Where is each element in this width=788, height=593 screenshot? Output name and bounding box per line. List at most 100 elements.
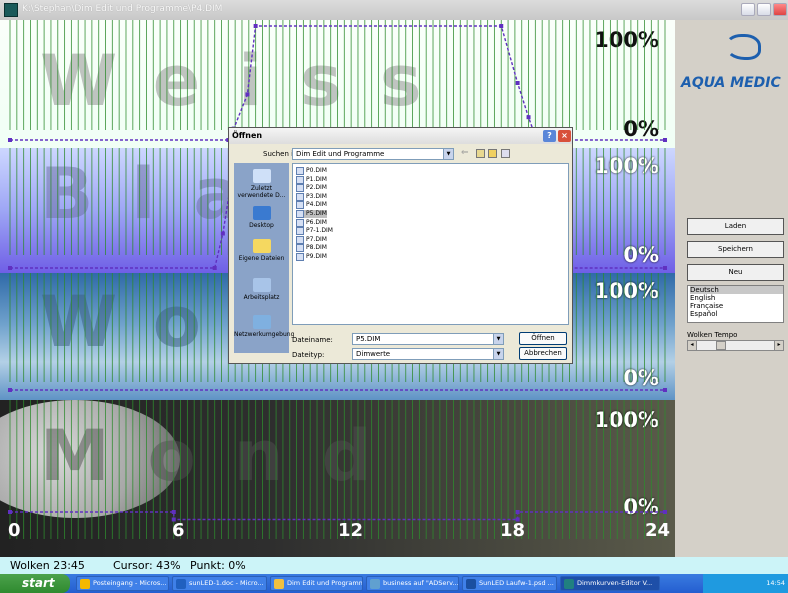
new-button[interactable]: Neu (687, 264, 784, 281)
file-icon (296, 253, 304, 261)
curve-point[interactable] (8, 388, 12, 392)
curve-point[interactable] (8, 266, 12, 270)
language-item[interactable]: Française (690, 302, 783, 310)
curve-point[interactable] (220, 231, 225, 236)
save-button[interactable]: Speichern (687, 241, 784, 258)
view-menu-icon[interactable] (501, 149, 510, 158)
place-desktop[interactable]: Desktop (234, 206, 289, 229)
curve-point[interactable] (663, 138, 667, 142)
x-tick: 18 (500, 520, 526, 541)
file-icon (296, 210, 304, 218)
maximize-button[interactable] (757, 3, 771, 16)
file-item[interactable]: P6.DIM (296, 218, 327, 227)
x-tick: 6 (172, 520, 185, 541)
chevron-down-icon: ▼ (443, 149, 453, 159)
place-documents[interactable]: Eigene Dateien (234, 239, 289, 262)
file-list[interactable]: P0.DIM P1.DIM P2.DIM P3.DIM P4.DIM P5.DIM P6.D… (292, 163, 569, 325)
curve-point[interactable] (663, 266, 667, 270)
file-icon (296, 184, 304, 193)
slider-thumb[interactable] (716, 341, 726, 350)
up-folder-icon[interactable] (476, 149, 485, 158)
fish-logo-icon (725, 34, 761, 60)
file-item[interactable]: P3.DIM (296, 192, 327, 201)
file-item[interactable]: P7-1.DIM (296, 227, 333, 236)
places-bar: Zuletzt verwendete D... Desktop Eigene D… (234, 163, 294, 353)
place-computer[interactable]: Arbeitsplatz (234, 278, 289, 301)
curve-point[interactable] (515, 81, 520, 85)
desktop-icon (252, 206, 271, 220)
dialog-close-button[interactable]: × (558, 130, 571, 142)
task-button[interactable]: Posteingang - Micros... (76, 576, 169, 591)
minimize-button[interactable] (741, 3, 755, 16)
file-item[interactable]: P1.DIM (296, 175, 327, 184)
close-button[interactable] (773, 3, 787, 16)
curve-point[interactable] (8, 510, 12, 514)
curve-point[interactable] (663, 388, 667, 392)
computer-icon (252, 278, 271, 292)
file-item[interactable]: P8.DIM (296, 244, 327, 253)
curve-point[interactable] (212, 266, 217, 270)
file-item[interactable]: P4.DIM (296, 201, 327, 210)
tray-clock: 14:54 (766, 579, 785, 587)
filetype-label: Dateityp: (292, 351, 325, 359)
file-icon (296, 192, 304, 201)
language-item[interactable]: English (690, 294, 783, 302)
place-network[interactable]: Netzwerkumgebung (234, 315, 294, 338)
curve-point[interactable] (515, 510, 520, 514)
scroll-right-icon[interactable]: ▸ (774, 341, 783, 350)
system-tray: 14:54 (703, 574, 788, 593)
file-item[interactable]: P0.DIM (296, 167, 327, 175)
language-list[interactable]: Deutsch English Française Español (687, 285, 784, 323)
title-bar: K:\Stephan\Dim Edit und Programme\P4.DIM (0, 0, 788, 20)
filetype-select[interactable]: Dimwerte ▼ (352, 348, 504, 360)
x-tick: 0 (8, 520, 21, 541)
sidebar: AQUA MEDIC Laden Speichern Neu Deutsch E… (675, 20, 788, 557)
app-icon (4, 3, 18, 17)
curve-point[interactable] (526, 115, 531, 120)
task-button[interactable]: Dimmkurven-Editor V... (560, 576, 660, 591)
curve-point[interactable] (245, 92, 250, 97)
x-tick: 12 (338, 520, 364, 541)
curve-point[interactable] (499, 24, 504, 28)
task-button[interactable]: sunLED-1.doc - Micro... (172, 576, 267, 591)
language-item[interactable]: Español (690, 310, 783, 318)
brand-logo: AQUA MEDIC (681, 75, 781, 91)
curve-point[interactable] (663, 510, 667, 514)
file-icon (296, 218, 304, 227)
open-dialog: Öffnen ? × Suchen in: Dim Edit und Progr… (228, 127, 573, 364)
back-icon[interactable]: ⇐ (461, 148, 469, 158)
point-status: Punkt: 0% (190, 559, 246, 572)
file-item[interactable]: P5.DIM (296, 210, 327, 218)
status-bar: Wolken 23:45 Cursor: 43% Punkt: 0% (0, 557, 788, 574)
look-in-combo[interactable]: Dim Edit und Programme ▼ (292, 148, 454, 160)
load-button[interactable]: Laden (687, 218, 784, 235)
help-button[interactable]: ? (543, 130, 556, 142)
task-button[interactable]: SunLED Laufw-1.psd ... (462, 576, 557, 591)
filename-label: Dateiname: (292, 336, 333, 344)
file-icon (296, 244, 304, 253)
tempo-label: Wolken Tempo (687, 331, 738, 339)
file-item[interactable]: P7.DIM (296, 235, 327, 244)
cancel-button[interactable]: Abbrechen (519, 347, 567, 360)
chevron-down-icon: ▼ (493, 349, 503, 359)
documents-icon (252, 239, 271, 253)
file-icon (296, 201, 304, 210)
file-item[interactable]: P2.DIM (296, 184, 327, 193)
language-item[interactable]: Deutsch (690, 286, 783, 294)
curve-point[interactable] (8, 138, 12, 142)
task-button[interactable]: Dim Edit und Programme (270, 576, 363, 591)
filename-input[interactable]: P5.DIM ▼ (352, 333, 504, 345)
task-button[interactable]: business auf "ADServ... (366, 576, 459, 591)
recent-icon (252, 169, 271, 183)
place-recent[interactable]: Zuletzt verwendete D... (234, 169, 289, 199)
file-icon (296, 227, 304, 236)
scroll-left-icon[interactable]: ◂ (688, 341, 697, 350)
file-icon (296, 175, 304, 184)
tempo-slider[interactable]: ◂ ▸ (687, 340, 784, 351)
file-item[interactable]: P9.DIM (296, 253, 327, 261)
curve-point[interactable] (253, 24, 258, 28)
curve-point[interactable] (171, 510, 176, 514)
open-button[interactable]: Öffnen (519, 332, 567, 345)
new-folder-icon[interactable] (488, 149, 497, 158)
start-button[interactable]: start (0, 574, 70, 593)
